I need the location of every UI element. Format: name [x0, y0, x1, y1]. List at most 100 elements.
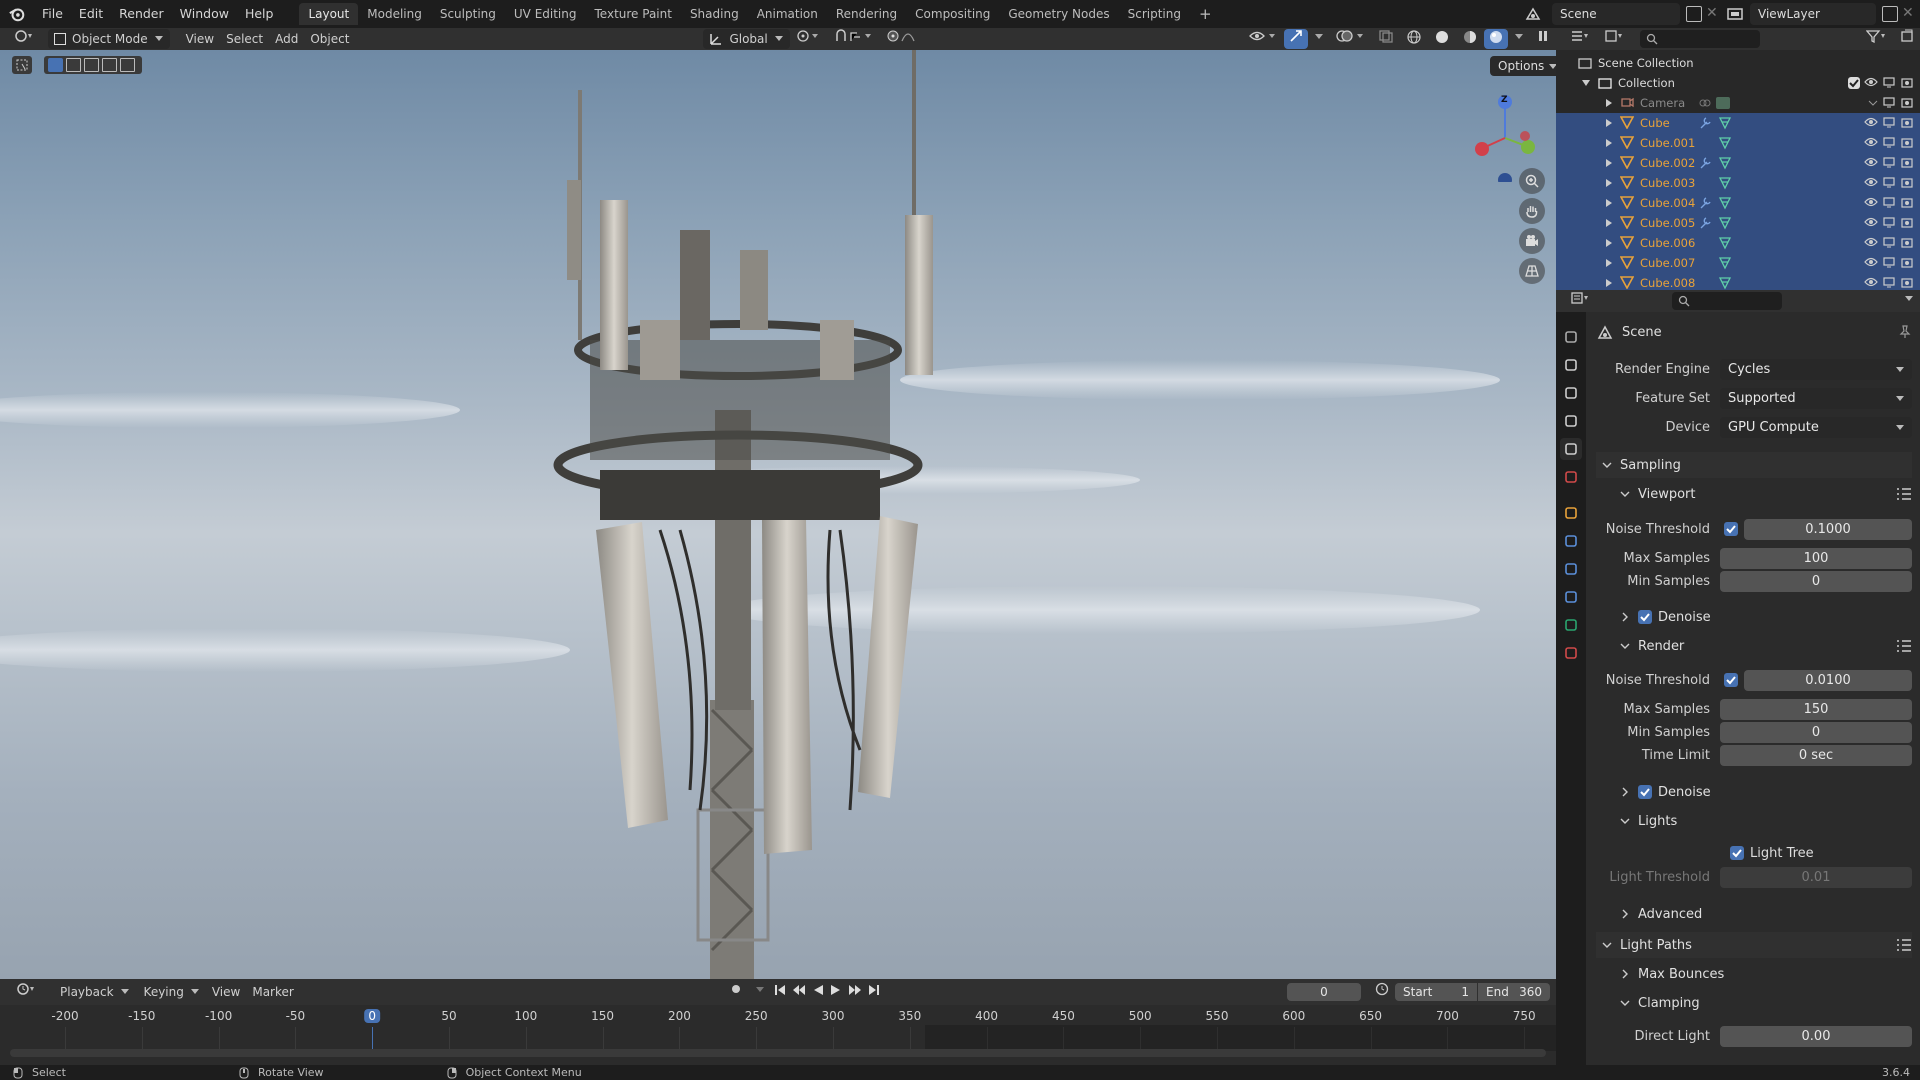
expand-arrow-icon[interactable] — [1606, 279, 1612, 287]
3d-viewport[interactable]: Options Z — [0, 50, 1556, 979]
collection-render-icon[interactable] — [1900, 75, 1914, 92]
outliner-collection[interactable]: Collection — [1556, 73, 1920, 93]
mesh-data-icon[interactable] — [1718, 276, 1732, 290]
monitor-icon[interactable] — [1882, 95, 1896, 112]
jump-keyframe-back-icon[interactable] — [789, 982, 809, 1002]
zoom-icon[interactable] — [1519, 168, 1545, 194]
object-constraint-properties-icon[interactable] — [1560, 586, 1582, 608]
render-denoise[interactable]: Denoise — [1596, 779, 1912, 805]
outliner-object-row[interactable]: Camera — [1556, 93, 1920, 113]
tab-modeling[interactable]: Modeling — [358, 3, 431, 25]
current-frame-field[interactable]: 0 — [1287, 983, 1361, 1001]
shading-rendered-icon[interactable] — [1484, 29, 1508, 49]
expand-arrow-icon[interactable] — [1606, 119, 1612, 127]
checkbox-icon[interactable] — [1724, 672, 1738, 687]
tab-sculpting[interactable]: Sculpting — [431, 3, 505, 25]
light-paths-panel[interactable]: Light Paths — [1596, 932, 1912, 958]
expand-arrow-icon[interactable] — [1606, 199, 1612, 207]
advanced-subpanel[interactable]: Advanced — [1596, 901, 1912, 927]
overlays-icon[interactable] — [1330, 29, 1372, 49]
outliner-object-row[interactable]: Cube.002 — [1556, 153, 1920, 173]
render-min-samples-field[interactable]: 0 — [1720, 721, 1912, 743]
expand-arrow-icon[interactable] — [1606, 159, 1612, 167]
timeline-editor-type-icon[interactable] — [10, 982, 44, 1002]
outliner-object-row[interactable]: Cube — [1556, 113, 1920, 133]
viewport-max-samples-field[interactable]: 100 — [1720, 547, 1912, 569]
eye-icon[interactable] — [1864, 175, 1878, 192]
chevron-right-icon[interactable] — [1620, 909, 1630, 919]
scene-properties-icon[interactable] — [1560, 438, 1582, 460]
shading-material-icon[interactable] — [1456, 29, 1484, 49]
expand-arrow-icon[interactable] — [1606, 259, 1612, 267]
expand-arrow-icon[interactable] — [1582, 79, 1590, 87]
eye-icon[interactable] — [1864, 215, 1878, 232]
render-icon[interactable] — [1900, 235, 1914, 252]
tab-layout[interactable]: Layout — [299, 3, 359, 25]
sampling-panel[interactable]: Sampling — [1596, 452, 1912, 478]
texture-properties-icon[interactable] — [1560, 642, 1582, 664]
new-collection-icon[interactable] — [1894, 29, 1920, 49]
render-icon[interactable] — [1900, 155, 1914, 172]
properties-editor-type-icon[interactable] — [1564, 291, 1598, 311]
checkbox-icon[interactable] — [1638, 610, 1652, 624]
chevron-down-icon[interactable] — [1620, 816, 1630, 826]
monitor-icon[interactable] — [1882, 115, 1896, 132]
outliner-object-row[interactable]: Cube.007 — [1556, 253, 1920, 273]
render-icon[interactable] — [1900, 195, 1914, 212]
remove-scene-icon[interactable]: ✕ — [1706, 5, 1718, 21]
monitor-icon[interactable] — [1882, 175, 1896, 192]
render-engine-dropdown[interactable]: Cycles — [1720, 358, 1912, 380]
outliner-object-row[interactable]: Cube.001 — [1556, 133, 1920, 153]
clamping-subpanel[interactable]: Clamping — [1596, 990, 1912, 1016]
mesh-data-icon[interactable] — [1718, 156, 1732, 170]
jump-keyframe-forward-icon[interactable] — [845, 982, 865, 1002]
display-mode-icon[interactable] — [1598, 29, 1632, 49]
chevron-down-icon[interactable] — [1602, 460, 1612, 470]
properties-search-input[interactable] — [1672, 292, 1782, 310]
select-intersect-icon[interactable] — [120, 58, 135, 72]
menu-render[interactable]: Render — [111, 0, 172, 28]
render-subpanel[interactable]: Render — [1596, 633, 1912, 659]
menu-playback[interactable]: Playback — [52, 982, 136, 1002]
chevron-right-icon[interactable] — [1620, 969, 1630, 979]
camera-view-icon[interactable] — [1519, 228, 1545, 254]
menu-object[interactable]: Object — [304, 29, 355, 49]
light-threshold-field[interactable]: 0.01 — [1720, 866, 1912, 888]
orientation-dropdown[interactable]: Global — [703, 29, 790, 49]
pivot-point-icon[interactable] — [790, 29, 828, 49]
select-extend-icon[interactable] — [66, 58, 81, 72]
play-reverse-icon[interactable] — [809, 982, 827, 1002]
outliner-object-row[interactable]: Cube.005 — [1556, 213, 1920, 233]
scene-selector[interactable]: Scene — [1552, 3, 1680, 25]
tab-geometry-nodes[interactable]: Geometry Nodes — [999, 3, 1118, 25]
view-layer-selector[interactable]: ViewLayer — [1750, 3, 1876, 25]
chevron-down-icon[interactable] — [1602, 940, 1612, 950]
gizmo-toggle-icon[interactable] — [1284, 29, 1308, 49]
render-noise-threshold-field[interactable]: 0.0100 — [1744, 669, 1912, 691]
outliner-object-row[interactable]: Cube.004 — [1556, 193, 1920, 213]
expand-arrow-icon[interactable] — [1606, 219, 1612, 227]
outliner-search-input[interactable] — [1640, 30, 1760, 48]
preset-list-icon[interactable] — [1896, 487, 1912, 501]
expand-arrow-icon[interactable] — [1606, 139, 1612, 147]
monitor-icon[interactable] — [1882, 275, 1896, 292]
checkbox-icon[interactable] — [1638, 785, 1652, 799]
tab-rendering[interactable]: Rendering — [827, 3, 906, 25]
shading-dropdown-icon[interactable] — [1508, 29, 1530, 49]
jump-start-icon[interactable] — [771, 982, 789, 1002]
collection-checkbox[interactable] — [1848, 77, 1860, 89]
render-icon[interactable] — [1900, 95, 1914, 112]
preset-list-icon[interactable] — [1896, 639, 1912, 653]
modifier-wrench-icon[interactable] — [1698, 216, 1712, 230]
menu-select[interactable]: Select — [220, 29, 269, 49]
new-scene-icon[interactable] — [1686, 6, 1702, 22]
menu-marker[interactable]: Marker — [246, 982, 299, 1002]
select-new-icon[interactable] — [48, 58, 63, 72]
menu-timeline-view[interactable]: View — [206, 982, 246, 1002]
menu-file[interactable]: File — [34, 0, 71, 28]
pan-hand-icon[interactable] — [1519, 198, 1545, 224]
scene-icon[interactable] — [1524, 5, 1542, 26]
chevron-right-icon[interactable] — [1620, 787, 1630, 797]
max-bounces-subpanel[interactable]: Max Bounces — [1596, 961, 1912, 987]
mesh-data-icon[interactable] — [1718, 176, 1732, 190]
